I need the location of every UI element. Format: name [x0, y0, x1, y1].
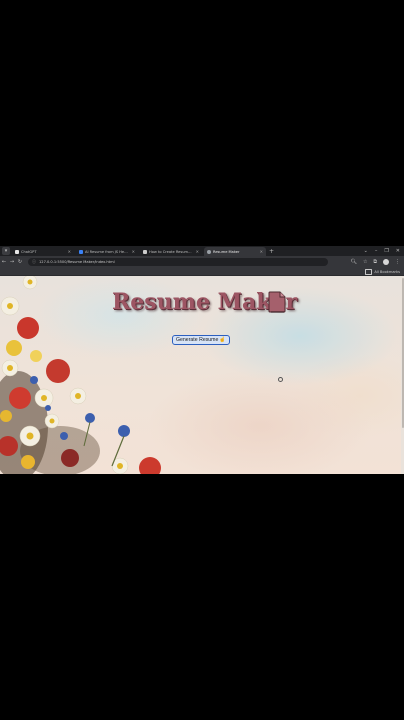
tab-search-icon[interactable]: ▾ [2, 247, 10, 255]
window-controls: ⌄ – ❐ ✕ [364, 248, 400, 254]
extensions-icon[interactable]: ⧉ [373, 259, 377, 265]
page-viewport: Resume Maker Generate Resume ☝ [0, 276, 404, 474]
scrollbar-thumb[interactable] [401, 278, 404, 428]
all-bookmarks-button[interactable]: All Bookmarks [365, 269, 400, 275]
tab-ai-resume[interactable]: AI Resume from JS Header ✕ [76, 247, 138, 256]
site-favicon-icon [79, 249, 83, 254]
zoom-icon[interactable]: 🔍︎ [351, 259, 357, 265]
tab-list-icon[interactable]: ⌄ [364, 248, 368, 254]
document-icon [268, 291, 286, 313]
generate-resume-button[interactable]: Generate Resume ☝ [172, 335, 230, 345]
new-tab-button[interactable]: + [269, 248, 274, 255]
menu-icon[interactable]: ⋮ [395, 259, 400, 265]
toolbar-actions: 🔍︎ ☆ ⧉ ⋮ [351, 259, 400, 265]
back-icon[interactable]: ← [0, 259, 8, 265]
minimize-icon[interactable]: – [375, 248, 378, 254]
bookmark-star-icon[interactable]: ☆ [363, 259, 367, 265]
chatgpt-favicon-icon [15, 249, 19, 254]
tab-label: ChatGPT [21, 249, 37, 254]
close-tab-icon[interactable]: ✕ [260, 249, 263, 254]
site-favicon-icon [143, 249, 147, 254]
forward-icon[interactable]: → [8, 259, 16, 265]
maximize-icon[interactable]: ❐ [384, 248, 388, 254]
site-info-icon[interactable]: ⓘ [32, 259, 36, 265]
close-tab-icon[interactable]: ✕ [132, 249, 135, 254]
hand-pointer-icon: ☝ [219, 337, 226, 343]
browser-toolbar: ← → ↻ ⓘ 127.0.0.1:5500/Resume Maker/inde… [0, 256, 404, 268]
reload-icon[interactable]: ↻ [16, 259, 24, 265]
browser-window: ▾ ChatGPT ✕ AI Resume from JS Header ✕ H… [0, 246, 404, 474]
close-tab-icon[interactable]: ✕ [196, 249, 199, 254]
tab-chatgpt[interactable]: ChatGPT ✕ [12, 247, 74, 256]
bookmarks-bar: All Bookmarks [0, 268, 404, 276]
tab-how-to-create[interactable]: How to Create Resume Maker App ✕ [140, 247, 202, 256]
generate-resume-label: Generate Resume [176, 337, 219, 343]
tab-resume-maker[interactable]: Resume Maker ✕ [204, 247, 266, 256]
close-tab-icon[interactable]: ✕ [68, 249, 71, 254]
address-bar[interactable]: ⓘ 127.0.0.1:5500/Resume Maker/index.html [28, 258, 328, 266]
folder-icon [365, 269, 373, 275]
tab-strip: ▾ ChatGPT ✕ AI Resume from JS Header ✕ H… [0, 246, 404, 256]
mouse-cursor [278, 377, 283, 382]
tab-label: AI Resume from JS Header [85, 249, 130, 254]
url-text[interactable]: 127.0.0.1:5500/Resume Maker/index.html [39, 260, 115, 264]
close-window-icon[interactable]: ✕ [396, 248, 400, 254]
profile-avatar[interactable] [383, 259, 389, 265]
all-bookmarks-label: All Bookmarks [374, 269, 400, 274]
tab-label: Resume Maker [213, 249, 240, 254]
globe-favicon-icon [207, 249, 211, 254]
tab-label: How to Create Resume Maker App [149, 249, 194, 254]
